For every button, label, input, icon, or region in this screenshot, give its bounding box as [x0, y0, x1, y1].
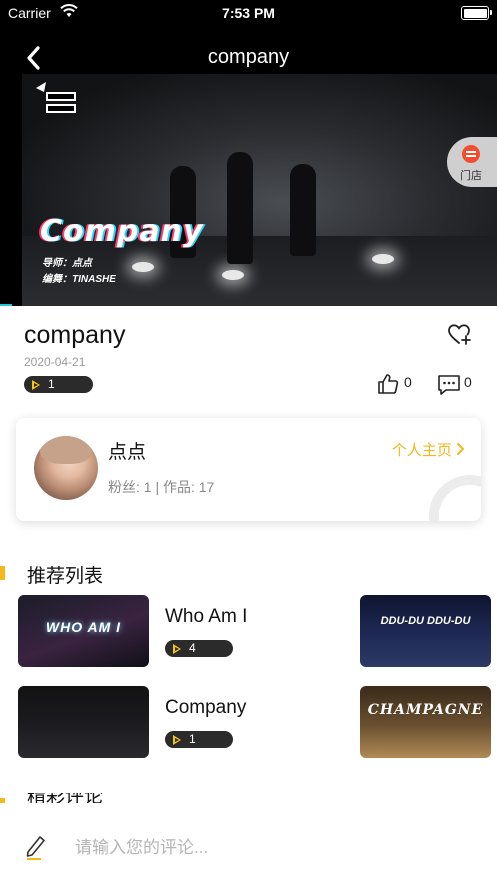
author-stats: 粉丝: 1 | 作品: 17: [108, 479, 215, 495]
nav-bar: company: [0, 40, 497, 76]
store-icon: [462, 145, 480, 163]
status-bar: Carrier 7:53 PM: [0, 0, 497, 26]
play-icon: [32, 380, 40, 390]
video-credit-choreographer: 编舞：TINASHE: [42, 274, 116, 285]
comment-icon[interactable]: [437, 374, 461, 396]
play-icon: [173, 644, 181, 654]
video-overlay-title: Company: [40, 214, 204, 249]
video-player[interactable]: Company 导师：点点 编舞：TINASHE: [22, 74, 497, 306]
profile-link-label: 个人主页: [391, 442, 452, 459]
video-thumbnail[interactable]: CHAMPAGNE: [360, 686, 491, 758]
play-count: 4: [189, 641, 196, 655]
play-count: 1: [48, 377, 55, 391]
thumbs-up-icon[interactable]: [377, 373, 399, 395]
favorite-heart-plus-icon[interactable]: [447, 322, 473, 346]
work-title: company: [24, 321, 126, 349]
store-label: 门店: [460, 170, 482, 182]
play-count: 1: [189, 732, 196, 746]
author-name: 点点: [108, 442, 147, 463]
stage-light: [132, 262, 154, 272]
video-thumbnail[interactable]: DDU-DU DDU-DU: [360, 595, 491, 667]
store-button[interactable]: 门店: [447, 137, 497, 187]
status-time: 7:53 PM: [222, 5, 275, 21]
recommend-item-title[interactable]: Company: [165, 697, 246, 719]
comment-input-bar: [0, 803, 497, 883]
dancer-figure: [227, 152, 253, 264]
thumbnail-caption: CHAMPAGNE: [367, 702, 484, 718]
comment-input[interactable]: [75, 833, 465, 863]
stage-light: [372, 254, 394, 264]
play-count-badge: 1: [165, 731, 233, 748]
play-icon: [173, 735, 181, 745]
thumbnail-caption: DDU-DU DDU-DU: [380, 615, 471, 627]
publish-date: 2020-04-21: [24, 355, 86, 369]
pen-icon: [26, 836, 45, 860]
decorative-ring: [429, 475, 481, 521]
video-thumbnail[interactable]: [18, 686, 149, 758]
video-credit-teacher: 导师：点点: [42, 258, 92, 269]
thumbnail-caption: WHO AM I: [45, 619, 122, 635]
comment-count: 0: [464, 374, 472, 390]
profile-link[interactable]: 个人主页: [392, 439, 465, 460]
comments-section-title: 精彩评论: [27, 793, 103, 803]
chevron-right-icon: [457, 443, 464, 455]
avatar[interactable]: [34, 436, 98, 500]
section-accent-bar: [0, 566, 5, 580]
video-progress-bar[interactable]: [0, 304, 12, 306]
play-count-badge: 1: [24, 376, 93, 393]
dance-studio-logo: [36, 82, 76, 113]
author-card[interactable]: 点点 粉丝: 1 | 作品: 17 个人主页: [16, 418, 481, 521]
video-thumbnail[interactable]: WHO AM I: [18, 595, 149, 667]
battery-icon: [461, 6, 492, 20]
stage-light: [222, 270, 244, 280]
recommend-section-title: 推荐列表: [27, 566, 104, 587]
like-count: 0: [404, 374, 412, 390]
dancer-figure: [290, 164, 316, 256]
recommend-item-title[interactable]: Who Am I: [165, 606, 247, 628]
play-count-badge: 4: [165, 640, 233, 657]
nav-title: company: [207, 46, 290, 68]
